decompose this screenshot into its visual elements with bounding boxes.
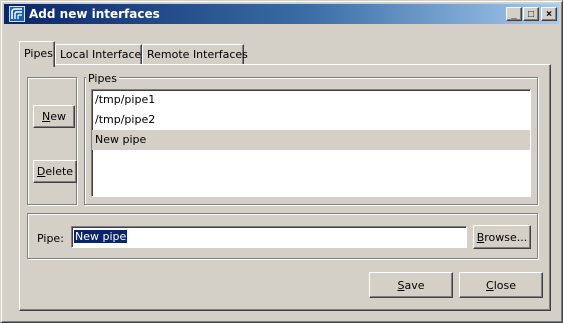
close-window-button[interactable]: × [541, 7, 557, 21]
pipe-field-label: Pipe: [37, 232, 64, 245]
pipes-group-label: Pipes [86, 72, 119, 85]
pipes-tab-panel: New Delete Pipes /tmp/pipe1 /tmp/pipe2 N… [19, 64, 551, 311]
delete-pipe-button[interactable]: Delete [33, 160, 77, 183]
delete-rest: elete [45, 165, 74, 178]
list-item[interactable]: /tmp/pipe2 [92, 110, 530, 130]
tab-pipes-label: Pipes [24, 47, 53, 60]
list-item-selected[interactable]: New pipe [92, 130, 530, 150]
maximize-button[interactable]: □ [523, 7, 539, 21]
browse-rest: rowse... [484, 230, 528, 244]
save-rest: ave [404, 278, 425, 292]
close-button[interactable]: Close [459, 272, 543, 298]
list-item[interactable]: /tmp/pipe1 [92, 90, 530, 110]
tab-local-interfaces-label: Local Interfaces [60, 48, 147, 61]
pipe-actions-group [27, 77, 77, 205]
save-button[interactable]: Save [369, 272, 453, 298]
pipes-list[interactable]: /tmp/pipe1 /tmp/pipe2 New pipe [91, 89, 531, 197]
title-bar[interactable]: Add new interfaces _ □ × [4, 4, 559, 24]
tab-pipes[interactable]: Pipes [19, 41, 55, 67]
window-title: Add new interfaces [29, 7, 160, 21]
tab-remote-interfaces-label: Remote Interfaces [147, 48, 248, 61]
tab-remote-interfaces[interactable]: Remote Interfaces [142, 44, 248, 65]
new-rest: ew [50, 110, 66, 123]
minimize-button[interactable]: _ [506, 7, 522, 21]
app-wave-icon [9, 6, 25, 22]
pipe-name-input[interactable]: New pipe [71, 226, 467, 248]
tab-local-interfaces[interactable]: Local Interfaces [55, 44, 147, 65]
close-mnemonic: C [486, 278, 494, 292]
close-rest: lose [493, 278, 516, 292]
dialog-window: Add new interfaces _ □ × Pipes Local Int… [0, 0, 563, 323]
new-mnemonic: N [42, 110, 51, 123]
browse-button[interactable]: Browse... [473, 225, 531, 249]
new-pipe-button[interactable]: New [33, 105, 75, 128]
pipe-name-value: New pipe [74, 230, 128, 243]
